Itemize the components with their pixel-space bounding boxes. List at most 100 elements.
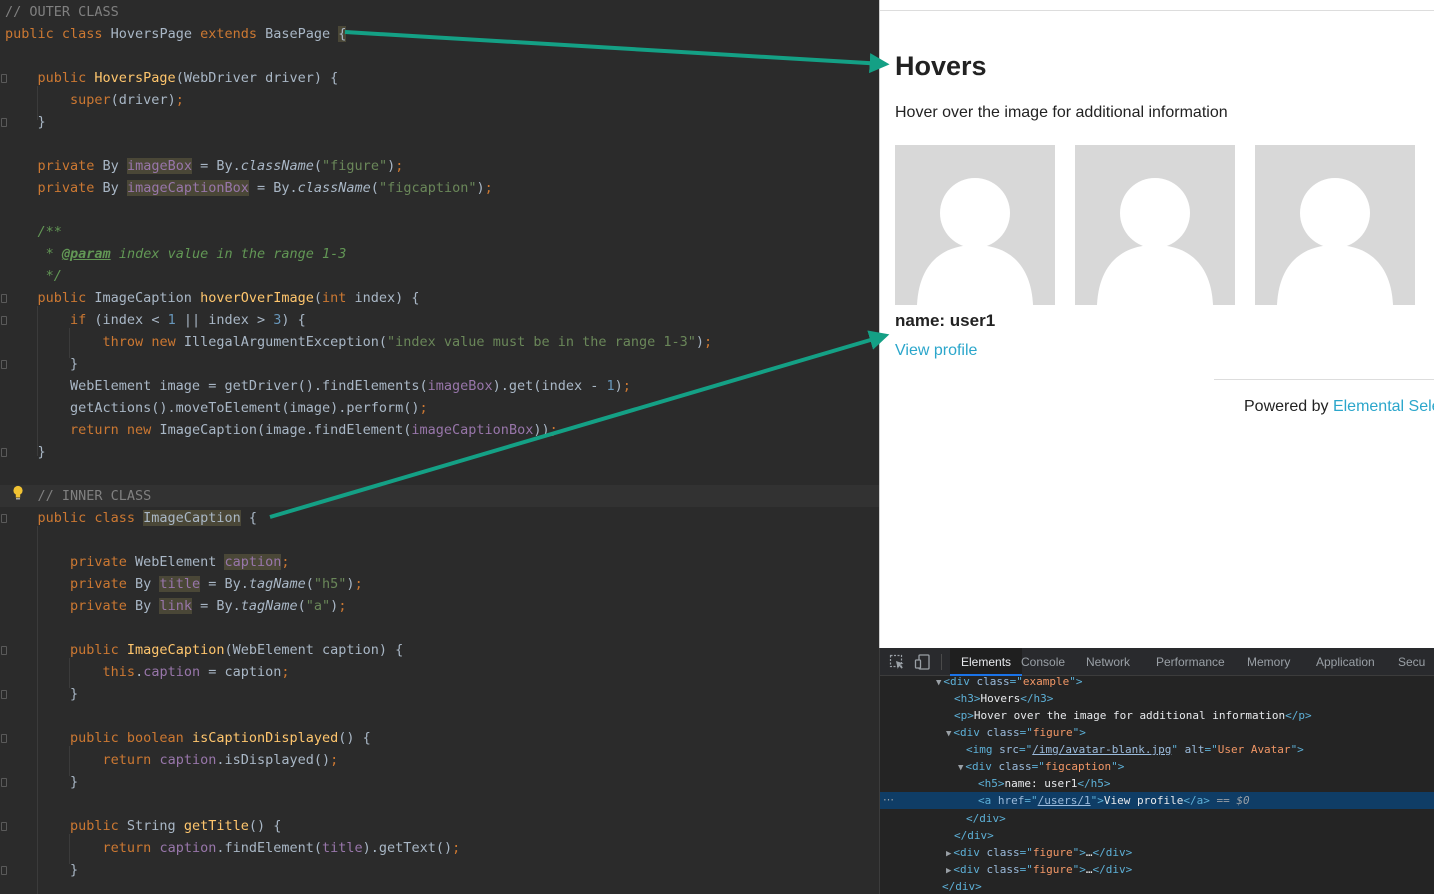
dom-node[interactable]: <a href="/users/1">View profile</a> == $… (978, 792, 1250, 809)
dom-token: $0 (1236, 794, 1250, 807)
tab-application[interactable]: Application (1316, 648, 1375, 676)
code-token: ; (452, 840, 461, 856)
code-line[interactable]: WebElement image = getDriver().findEleme… (5, 375, 631, 397)
code-line[interactable]: super(driver); (5, 89, 184, 111)
dom-node[interactable]: </div> (942, 878, 982, 894)
dom-node[interactable]: ▼ <div class="figure"> (946, 724, 1086, 741)
dom-token: =" (1024, 794, 1038, 807)
tab-network[interactable]: Network (1086, 648, 1130, 676)
dom-node[interactable]: ▼ <div class="figcaption"> (958, 758, 1124, 775)
dom-token: <div (953, 726, 987, 739)
dom-token: <div (943, 675, 977, 688)
code-line[interactable]: } (5, 771, 78, 793)
code-editor[interactable]: // OUTER CLASS public class HoversPage ex… (0, 0, 879, 894)
dom-token: =" (1009, 675, 1023, 688)
code-line[interactable]: if (index < 1 || index > 3) { (5, 309, 306, 331)
code-token: public class (5, 510, 144, 526)
code-line[interactable]: } (5, 441, 46, 463)
code-line[interactable]: return caption.isDisplayed(); (5, 749, 339, 771)
code-token: ; (281, 554, 290, 570)
dom-token: =" (1019, 726, 1033, 739)
footer-link[interactable]: Elemental Sele (1333, 398, 1434, 415)
dom-token: User Avatar (1217, 743, 1291, 756)
code-line[interactable]: public class HoversPage extends BasePage… (5, 23, 347, 45)
code-token: ; (330, 752, 339, 768)
tab-console[interactable]: Console (1021, 648, 1065, 676)
code-token: } (5, 862, 79, 878)
code-line[interactable]: public class ImageCaption { (5, 507, 257, 529)
code-line[interactable]: */ (5, 265, 62, 287)
tab-performance[interactable]: Performance (1156, 648, 1225, 676)
dom-node[interactable]: </div> (966, 810, 1006, 827)
code-line[interactable]: * @param index value in the range 1-3 (5, 243, 347, 265)
code-line[interactable]: // INNER CLASS (5, 485, 152, 507)
code-token: (WebDriver driver) { (175, 70, 339, 86)
code-token: = caption (200, 664, 282, 680)
code-line[interactable]: private By imageCaptionBox = By.classNam… (5, 177, 493, 199)
code-line[interactable]: private By imageBox = By.className("figu… (5, 155, 403, 177)
expand-toggle-icon[interactable]: ▼ (936, 678, 941, 688)
more-options-icon[interactable]: ⋯ (883, 792, 894, 809)
dom-token: class (986, 726, 1020, 739)
expand-toggle-icon[interactable]: ▼ (958, 763, 963, 773)
code-line[interactable]: } (5, 353, 78, 375)
tab-memory[interactable]: Memory (1247, 648, 1290, 676)
devtools-panel[interactable]: Elements Console Network Performance Memory A… (879, 648, 1434, 894)
code-line[interactable]: this.caption = caption; (5, 661, 290, 683)
code-token: ) { (281, 312, 306, 328)
avatar-icon (895, 145, 1055, 305)
code-line[interactable]: public HoversPage(WebDriver driver) { (5, 67, 339, 89)
dom-token: " (1171, 743, 1185, 756)
code-line[interactable]: // OUTER CLASS (5, 1, 119, 23)
figure-user3[interactable] (1255, 145, 1415, 305)
code-line[interactable]: public boolean isCaptionDisplayed() { (5, 727, 371, 749)
dom-node[interactable]: ▼ <div class="example"> (936, 673, 1083, 690)
dom-node[interactable]: <h5>name: user1</h5> (978, 775, 1110, 792)
code-token: () { (248, 818, 282, 834)
code-line[interactable]: private By link = By.tagName("a"); (5, 595, 346, 617)
code-token: (index < (94, 312, 168, 328)
dom-token: … (1085, 863, 1093, 876)
code-token: ; (704, 334, 713, 350)
code-line[interactable]: public ImageCaption(WebElement caption) … (5, 639, 403, 661)
figure-user2[interactable] (1075, 145, 1235, 305)
tab-secu[interactable]: Secu (1398, 648, 1425, 676)
dom-node[interactable]: <p>Hover over the image for additional i… (954, 707, 1312, 724)
expand-toggle-icon[interactable]: ▶ (946, 849, 951, 859)
code-line[interactable]: } (5, 111, 46, 133)
inspect-element-icon[interactable] (888, 653, 906, 671)
code-token: this (102, 664, 136, 680)
code-line[interactable]: getActions().moveToElement(image).perfor… (5, 397, 428, 419)
expand-toggle-icon[interactable]: ▶ (946, 866, 951, 876)
dom-node[interactable]: </div> (954, 827, 994, 844)
code-line[interactable]: private WebElement caption; (5, 551, 290, 573)
view-profile-link[interactable]: View profile (895, 340, 977, 362)
code-line[interactable]: /** (5, 221, 62, 243)
dom-token: </a> (1183, 794, 1210, 807)
code-token: HoversPage (110, 26, 201, 42)
code-token: By (102, 158, 127, 174)
figure-user1[interactable] (895, 145, 1055, 305)
device-toolbar-icon[interactable] (914, 653, 932, 671)
dom-node[interactable]: ▶ <div class="figure">…</div> (946, 861, 1132, 878)
code-line[interactable]: return caption.findElement(title).getTex… (5, 837, 461, 859)
tab-elements[interactable]: Elements (950, 648, 1023, 676)
code-line[interactable]: public ImageCaption hoverOverImage(int i… (5, 287, 420, 309)
code-token: imageCaptionBox (411, 422, 534, 438)
code-token: ; (395, 158, 404, 174)
code-line[interactable]: return new ImageCaption(image.findElemen… (5, 419, 558, 441)
dom-node[interactable]: ▶ <div class="figure">…</div> (946, 844, 1132, 861)
code-line[interactable]: private By title = By.tagName("h5"); (5, 573, 363, 595)
code-token: public (5, 818, 127, 834)
code-line[interactable]: } (5, 683, 78, 705)
footer-divider (1214, 379, 1434, 380)
dom-token: class (986, 863, 1020, 876)
dom-token: /img/avatar-blank.jpg (1032, 743, 1172, 756)
code-line[interactable]: public String getTitle() { (5, 815, 281, 837)
code-line[interactable]: } (5, 859, 78, 881)
dom-node[interactable]: <img src="/img/avatar-blank.jpg" alt="Us… (966, 741, 1304, 758)
code-line[interactable]: throw new IllegalArgumentException("inde… (5, 331, 713, 353)
expand-toggle-icon[interactable]: ▼ (946, 729, 951, 739)
dom-node[interactable]: <h3>Hovers</h3> (954, 690, 1053, 707)
